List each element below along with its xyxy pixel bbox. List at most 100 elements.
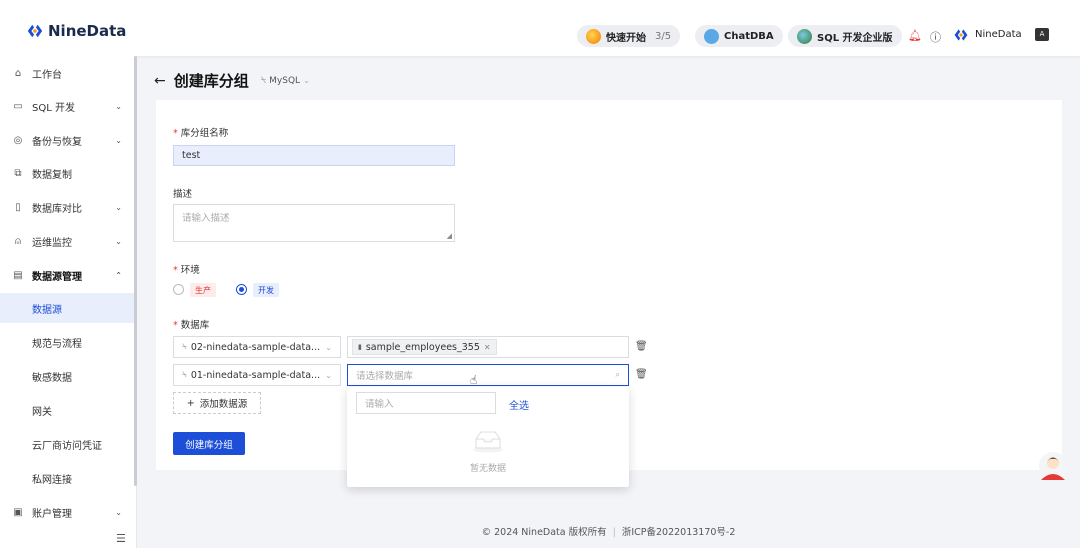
database-select-1[interactable]: ▮ sample_employees_355 ✕ <box>347 336 629 358</box>
sidebar-item-datasource-mgmt[interactable]: ▤ 数据源管理 ⌃ <box>0 260 136 290</box>
database-chip: ▮ sample_employees_355 ✕ <box>352 339 497 355</box>
chevron-down-icon: ⌄ <box>115 135 122 145</box>
collapse-sidebar-icon[interactable]: ☰ <box>116 532 126 545</box>
sidebar-item-account-mgmt[interactable]: ▣ 账户管理 ⌄ <box>0 497 136 527</box>
monitor-icon: ▭ <box>13 100 23 112</box>
env-tag-production[interactable]: 生产 <box>190 283 216 297</box>
icp-link[interactable]: 浙ICP备2022013170号-2 <box>622 527 736 538</box>
database-label: * 数据库 <box>173 320 210 331</box>
resize-handle-icon[interactable]: ◢ <box>447 232 452 240</box>
chevron-up-icon: ⌃ <box>115 270 122 280</box>
sidebar-subitem-gateway[interactable]: 网关 <box>0 395 136 425</box>
page-header: ← 创建库分组 ⍀ MySQL ⌄ <box>154 70 310 91</box>
description-textarea[interactable]: 请输入描述 ◢ <box>173 204 455 242</box>
sidebar-subitem-cloud-credentials[interactable]: 云厂商访问凭证 <box>0 429 136 459</box>
empty-inbox-icon <box>473 431 503 453</box>
sidebar-subitem-label: 云厂商访问凭证 <box>32 440 102 452</box>
sidebar-item-label: 备份与恢复 <box>32 136 82 148</box>
sidebar-item-label: SQL 开发 <box>32 102 75 114</box>
sidebar-item-label: 运维监控 <box>32 237 72 249</box>
sidebar-item-replication[interactable]: ⧉ 数据复制 <box>0 158 136 188</box>
brand-name: NineData <box>48 22 127 40</box>
quickstart-progress: 3/5 <box>655 30 672 42</box>
copy-icon: ⧉ <box>14 167 22 179</box>
compare-icon: ▯ <box>15 201 21 213</box>
sidebar-item-workbench[interactable]: ⌂ 工作台 <box>0 58 136 88</box>
plus-icon: + <box>186 397 195 409</box>
add-datasource-label: 添加数据源 <box>199 399 248 410</box>
datasource-select-1[interactable]: ⍀ 02-ninedata-sample-data... ⌄ <box>173 336 341 358</box>
sidebar-scrollbar[interactable] <box>134 56 137 486</box>
sidebar-subitem-label: 私网连接 <box>32 474 72 486</box>
backup-icon: ◎ <box>13 134 23 146</box>
empty-state-text: 暂无数据 <box>469 464 506 474</box>
database-placeholder: 请选择数据库 <box>356 371 414 382</box>
sidebar-subitem-sensitive-data[interactable]: 敏感数据 <box>0 361 136 391</box>
sidebar-subitem-private-link[interactable]: 私网连接 <box>0 463 136 493</box>
db-type-label: MySQL <box>269 75 301 86</box>
chevron-down-icon: ⌄ <box>115 202 122 212</box>
sidebar-item-label: 数据复制 <box>32 169 72 181</box>
env-radio-production[interactable] <box>173 284 184 295</box>
alarm-icon: ⍝ <box>15 235 21 247</box>
create-group-button[interactable]: 创建库分组 <box>173 432 245 455</box>
sidebar: ⌂ 工作台 ▭ SQL 开发 ⌄ ◎ 备份与恢复 ⌄ ⧉ 数据复制 ▯ 数据库对… <box>0 56 137 548</box>
account-logo-icon[interactable] <box>953 27 969 43</box>
ninedata-logo[interactable]: NineData <box>26 22 126 40</box>
trash-icon[interactable]: 🗑︎ <box>635 369 648 380</box>
datasource-icon: ▤ <box>13 269 23 281</box>
quickstart-button[interactable]: 快速开始 3/5 <box>577 25 681 47</box>
sidebar-subitem-label: 规范与流程 <box>32 338 82 350</box>
hand-cursor-icon: ☝ <box>470 373 478 387</box>
database-icon: ▮ <box>358 343 362 351</box>
assistant-avatar-icon[interactable] <box>1038 450 1068 482</box>
dropdown-search-placeholder: 请输入 <box>365 399 394 410</box>
group-name-input[interactable]: test <box>173 145 455 166</box>
database-dropdown: 请输入 全选 暂无数据 <box>347 387 629 487</box>
bell-icon[interactable]: 🔔︎ <box>908 29 922 42</box>
sidebar-subitem-label: 敏感数据 <box>32 372 72 384</box>
chevron-down-icon: ⌄ <box>115 101 122 111</box>
sidebar-subitem-standards[interactable]: 规范与流程 <box>0 327 136 357</box>
top-bar: NineData 快速开始 3/5 ChatDBA SQL 开发企业版 🔔︎ ⓘ… <box>0 0 1080 56</box>
environment-label: * 环境 <box>173 265 200 276</box>
db-type-selector[interactable]: ⍀ MySQL ⌄ <box>261 76 310 86</box>
datasource-select-2[interactable]: ⍀ 01-ninedata-sample-data... ⌄ <box>173 364 341 386</box>
account-name[interactable]: NineData <box>975 29 1022 40</box>
description-label: 描述 <box>173 189 193 200</box>
chevron-down-icon: ⌄ <box>303 76 310 85</box>
sidebar-item-ops-monitor[interactable]: ⍝ 运维监控 ⌄ <box>0 226 136 256</box>
sidebar-subitem-datasource[interactable]: 数据源 <box>0 293 136 323</box>
sidebar-item-sql-dev[interactable]: ▭ SQL 开发 ⌄ <box>0 91 136 121</box>
help-icon[interactable]: ⓘ <box>930 29 941 45</box>
add-datasource-button[interactable]: + 添加数据源 <box>173 392 261 414</box>
chatdba-label: ChatDBA <box>724 30 774 42</box>
arrow-left-icon[interactable]: ← <box>154 73 166 89</box>
globe-icon <box>797 28 812 44</box>
env-radio-development[interactable] <box>236 284 247 295</box>
sidebar-item-label: 数据源管理 <box>32 271 82 283</box>
sidebar-item-label: 工作台 <box>32 69 62 81</box>
close-icon[interactable]: ✕ <box>484 343 491 352</box>
chevron-down-icon: ⌄ <box>325 342 332 352</box>
datasource-value: 01-ninedata-sample-data... <box>190 369 321 381</box>
select-all-link[interactable]: 全选 <box>509 397 529 412</box>
home-icon: ⌂ <box>14 67 22 79</box>
description-placeholder: 请输入描述 <box>182 213 230 224</box>
trash-icon[interactable]: 🗑︎ <box>635 341 648 352</box>
sql-edition-button[interactable]: SQL 开发企业版 <box>788 25 902 47</box>
mysql-icon: ⍀ <box>182 370 187 379</box>
sidebar-item-backup[interactable]: ◎ 备份与恢复 ⌄ <box>0 125 136 155</box>
quickstart-label: 快速开始 <box>606 32 646 44</box>
copyright-text: © 2024 NineData 版权所有 <box>481 527 607 538</box>
database-select-2[interactable]: 请选择数据库 ⌕ <box>347 364 629 386</box>
env-tag-development[interactable]: 开发 <box>253 283 279 297</box>
chatdba-icon <box>704 28 719 44</box>
mysql-icon: ⍀ <box>260 75 267 86</box>
sidebar-subitem-label: 网关 <box>32 406 52 418</box>
sidebar-item-label: 数据库对比 <box>32 203 82 215</box>
dropdown-search-input[interactable]: 请输入 <box>356 392 496 414</box>
sidebar-item-db-compare[interactable]: ▯ 数据库对比 ⌄ <box>0 192 136 222</box>
chatdba-button[interactable]: ChatDBA <box>695 25 783 47</box>
translate-icon[interactable]: A <box>1035 28 1049 41</box>
